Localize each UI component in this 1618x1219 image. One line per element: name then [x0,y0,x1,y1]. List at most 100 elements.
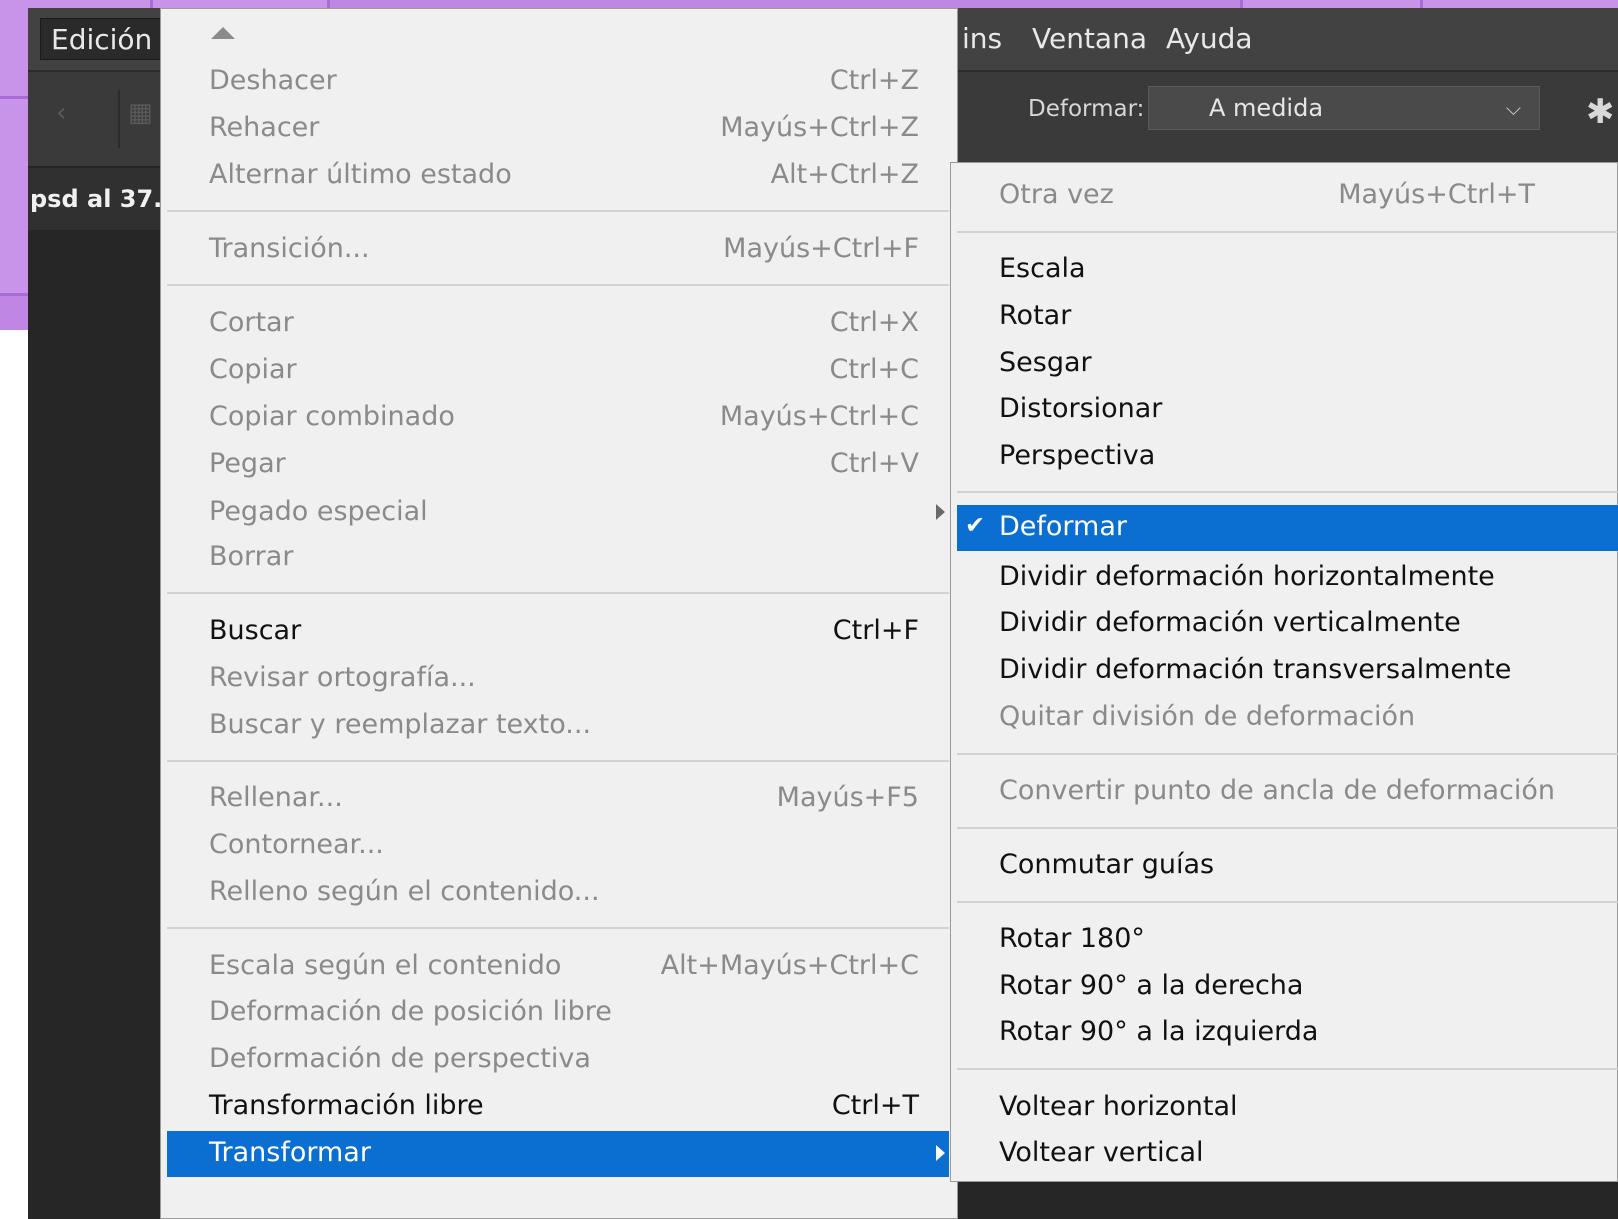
menu-separator [167,592,949,594]
submenu-item-split-warp-vertical[interactable]: Dividir deformación verticalmente [957,601,1618,647]
menu-item-paste-special[interactable]: Pegado especial [167,490,949,536]
menu-item-content-aware-scale[interactable]: Escala según el contenido Alt+Mayús+Ctrl… [167,944,949,990]
submenu-item-perspective[interactable]: Perspectiva [957,434,1618,480]
menu-item-label: Deformación de perspectiva [209,1043,591,1074]
menu-item-find-replace-text[interactable]: Buscar y reemplazar texto... [167,703,949,749]
tool-back-icon[interactable]: ‹ [56,98,66,128]
menu-item-label: Cortar [209,307,294,338]
menu-item-label: Escala según el contenido [209,950,562,981]
menu-item-redo[interactable]: Rehacer Mayús+Ctrl+Z [167,106,949,152]
menu-item-clear[interactable]: Borrar [167,535,949,581]
menu-item-cut[interactable]: Cortar Ctrl+X [167,301,949,347]
menu-item-stroke[interactable]: Contornear... [167,823,949,869]
menu-edit[interactable]: Edición [40,18,164,60]
menu-item-shortcut: Mayús+Ctrl+Z [720,112,919,143]
menu-item-label: Convertir punto de ancla de deformación [999,775,1556,806]
menu-separator [957,827,1618,829]
menu-item-label: Transición... [209,233,370,264]
menu-item-label: Rehacer [209,112,320,143]
submenu-item-flip-horizontal[interactable]: Voltear horizontal [957,1085,1618,1131]
menu-item-fade[interactable]: Transición... Mayús+Ctrl+F [167,227,949,273]
submenu-item-again[interactable]: Otra vez Mayús+Ctrl+T [957,173,1618,219]
menu-item-label: Deformar [999,511,1127,542]
menu-item-shortcut: Alt+Mayús+Ctrl+C [660,950,919,981]
menu-item-label: Borrar [209,541,294,572]
scroll-up-icon[interactable] [211,27,235,39]
menu-item-label: Deshacer [209,65,337,96]
menu-item-shortcut: Mayús+Ctrl+T [1338,179,1535,210]
submenu-item-distort[interactable]: Distorsionar [957,387,1618,433]
submenu-item-rotate-90-cw[interactable]: Rotar 90° a la derecha [957,964,1618,1010]
menu-item-label: Pegar [209,448,286,479]
menu-item-label: Pegado especial [209,496,428,527]
menu-item-shortcut: Ctrl+V [829,448,919,479]
menu-separator [957,1068,1618,1070]
submenu-item-warp[interactable]: ✔ Deformar [957,505,1618,551]
menu-item-free-transform[interactable]: Transformación libre Ctrl+T [167,1084,949,1130]
menu-item-transform[interactable]: Transformar [167,1131,949,1177]
menu-item-label: Sesgar [999,347,1092,378]
menu-item-copy-merged[interactable]: Copiar combinado Mayús+Ctrl+C [167,395,949,441]
submenu-item-skew[interactable]: Sesgar [957,341,1618,387]
warp-label: Deformar: [1028,96,1145,122]
menu-item-label: Dividir deformación horizontalmente [999,561,1495,592]
menu-item-label: Voltear vertical [999,1137,1204,1168]
warp-select-value: A medida [1209,94,1324,122]
menu-item-label: Otra vez [999,179,1114,210]
menu-item-label: Copiar [209,354,297,385]
menu-item-shortcut: Ctrl+F [832,615,919,646]
submenu-item-flip-vertical[interactable]: Voltear vertical [957,1131,1618,1177]
submenu-item-rotate[interactable]: Rotar [957,294,1618,340]
submenu-item-convert-warp-anchor[interactable]: Convertir punto de ancla de deformación [957,769,1618,815]
menu-item-label: Contornear... [209,829,384,860]
menu-window[interactable]: Ventana [1022,18,1157,60]
tool-grid-icon[interactable]: ▦ [128,98,153,128]
menu-separator [957,753,1618,755]
gear-icon[interactable]: ✱ [1586,92,1615,132]
menu-item-label: Dividir deformación transversalmente [999,654,1512,685]
menu-separator [167,210,949,212]
document-tab[interactable]: psd al 37.2% [28,168,160,230]
submenu-item-rotate-90-ccw[interactable]: Rotar 90° a la izquierda [957,1010,1618,1056]
menu-item-check-spelling[interactable]: Revisar ortografía... [167,656,949,702]
menu-item-shortcut: Ctrl+X [829,307,919,338]
menu-item-toggle-last-state[interactable]: Alternar último estado Alt+Ctrl+Z [167,153,949,199]
transform-submenu: Otra vez Mayús+Ctrl+T Escala Rotar Sesga… [950,162,1618,1182]
menu-item-label: Alternar último estado [209,159,512,190]
menu-item-fill[interactable]: Rellenar... Mayús+F5 [167,776,949,822]
menu-item-label: Distorsionar [999,393,1163,424]
menu-item-undo[interactable]: Deshacer Ctrl+Z [167,59,949,105]
submenu-item-rotate-180[interactable]: Rotar 180° [957,917,1618,963]
menu-item-label: Rotar 90° a la izquierda [999,1016,1319,1047]
menu-item-perspective-warp[interactable]: Deformación de perspectiva [167,1037,949,1083]
menu-item-label: Relleno según el contenido... [209,876,600,907]
menu-item-label: Voltear horizontal [999,1091,1238,1122]
menu-plugins[interactable]: ins [952,18,1012,60]
menu-help[interactable]: Ayuda [1156,18,1263,60]
tools-panel [28,230,160,1219]
submenu-item-scale[interactable]: Escala [957,247,1618,293]
menu-item-puppet-warp[interactable]: Deformación de posición libre [167,990,949,1036]
menu-item-label: Deformación de posición libre [209,996,612,1027]
menu-item-paste[interactable]: Pegar Ctrl+V [167,442,949,488]
menu-item-content-aware-fill[interactable]: Relleno según el contenido... [167,870,949,916]
menu-item-label: Copiar combinado [209,401,455,432]
menu-separator [167,927,949,929]
menu-separator [957,231,1618,233]
menu-item-label: Transformación libre [209,1090,484,1121]
menu-item-label: Transformar [209,1137,371,1168]
submenu-item-toggle-guides[interactable]: Conmutar guías [957,843,1618,889]
submenu-item-split-warp-horizontal[interactable]: Dividir deformación horizontalmente [957,555,1618,601]
menu-item-copy[interactable]: Copiar Ctrl+C [167,348,949,394]
chevron-down-icon: ⌵ [1505,96,1521,120]
edit-menu: Deshacer Ctrl+Z Rehacer Mayús+Ctrl+Z Alt… [160,8,958,1219]
submenu-item-remove-warp-split[interactable]: Quitar división de deformación [957,695,1618,741]
submenu-arrow-icon [936,1145,945,1161]
menu-item-label: Quitar división de deformación [999,701,1416,732]
menu-item-shortcut: Mayús+F5 [776,782,919,813]
menu-item-shortcut: Ctrl+T [831,1090,919,1121]
menu-item-shortcut: Alt+Ctrl+Z [770,159,919,190]
warp-select[interactable]: A medida ⌵ [1148,86,1540,130]
submenu-item-split-warp-crosswise[interactable]: Dividir deformación transversalmente [957,648,1618,694]
menu-item-find[interactable]: Buscar Ctrl+F [167,609,949,655]
